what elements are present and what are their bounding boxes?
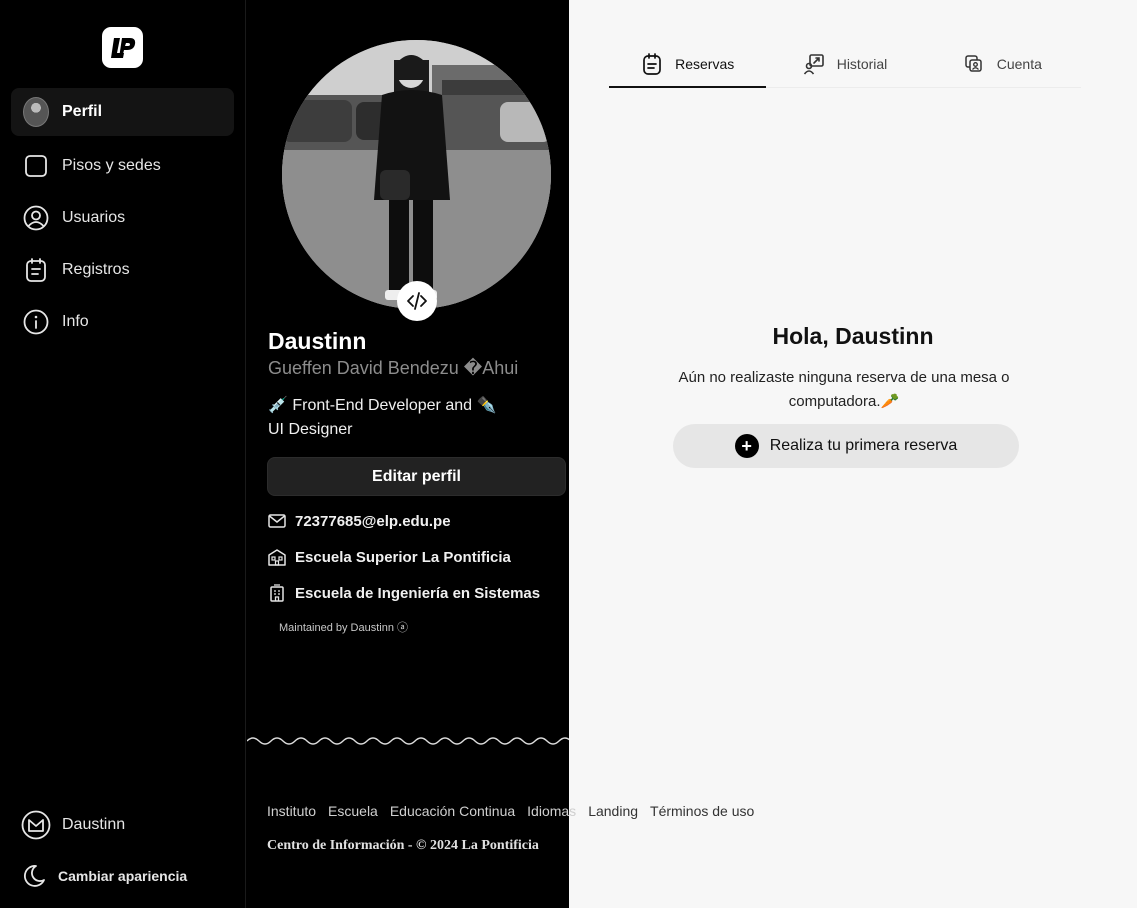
calendar-icon [641, 52, 663, 75]
tab-label: Reservas [675, 55, 735, 72]
clipboard-icon [23, 257, 49, 283]
sidebar-item-pisos-sedes[interactable]: Pisos y sedes [11, 142, 234, 190]
moon-icon [21, 863, 47, 889]
profile-department: Escuela de Ingeniería en Sistemas [295, 584, 541, 602]
sidebar-item-label: Perfil [62, 103, 103, 120]
sidebar-item-perfil[interactable]: Perfil [11, 88, 234, 136]
profile-department-row: Escuela de Ingeniería en Sistemas [268, 584, 540, 602]
building-icon [268, 548, 286, 566]
account-icon [963, 53, 985, 75]
user-circle-icon [23, 205, 49, 231]
code-icon[interactable] [397, 281, 437, 321]
sidebar-item-usuarios[interactable]: Usuarios [11, 194, 234, 242]
first-reservation-label: Realiza tu primera reserva [769, 437, 958, 454]
footer-link-landing[interactable]: Landing [588, 803, 638, 819]
tab-label: Historial [836, 55, 888, 72]
current-user-name: Daustinn [62, 816, 126, 833]
profile-photo [282, 40, 551, 309]
footer-copyright: Centro de Información - © 2024 La Pontif… [267, 838, 539, 853]
sidebar-item-label: Pisos y sedes [62, 157, 161, 174]
footer-link-instituto[interactable]: Instituto [267, 803, 316, 819]
profile-email-row: 72377685@elp.edu.pe [268, 512, 451, 530]
user-avatar-icon [21, 810, 51, 840]
sidebar-item-info[interactable]: Info [11, 298, 234, 346]
first-reservation-button[interactable]: + Realiza tu primera reserva [673, 424, 1019, 468]
tab-bar: Reservas Historial Cuenta [609, 40, 1081, 88]
profile-school: Escuela Superior La Pontificia [295, 548, 511, 566]
empty-reservations-message: Aún no realizaste ninguna reserva de una… [678, 369, 1010, 410]
plus-icon: + [734, 434, 759, 458]
sidebar-item-label: Info [62, 313, 89, 330]
square-icon [23, 153, 49, 179]
profile-panel: Daustinn Gueffen David Bendezu �Ahui 💉 F… [247, 0, 569, 908]
tab-historial[interactable]: Historial [766, 40, 923, 87]
logo-icon[interactable] [102, 27, 143, 68]
footer-link-terminos[interactable]: Términos de uso [650, 803, 754, 819]
current-user-button[interactable]: Daustinn [21, 810, 125, 840]
sidebar: Perfil Pisos y sedes Usuarios Registros … [0, 0, 246, 908]
tab-cuenta[interactable]: Cuenta [924, 40, 1081, 87]
info-icon [23, 309, 49, 335]
sidebar-item-label: Registros [62, 261, 130, 278]
history-icon [803, 53, 825, 75]
edit-profile-button[interactable]: Editar perfil [267, 457, 566, 496]
tab-label: Cuenta [996, 55, 1042, 72]
avatar [23, 97, 49, 127]
theme-toggle-button[interactable]: Cambiar apariencia [21, 863, 187, 889]
profile-username: Daustinn [268, 328, 367, 354]
footer-link-idiomas[interactable]: Idiomas [527, 803, 576, 819]
footer-link-educacion-continua[interactable]: Educación Continua [390, 803, 515, 819]
theme-toggle-label: Cambiar apariencia [58, 868, 188, 884]
mail-icon [268, 512, 286, 530]
wave-divider [247, 730, 1137, 750]
greeting-heading: Hola, Daustinn [772, 323, 934, 349]
profile-email: 72377685@elp.edu.pe [295, 512, 451, 530]
maintained-by-text: Maintained by Daustinn ⓐ [279, 622, 409, 634]
main-panel: Reservas Historial Cuenta Hola, Daustinn… [569, 0, 1137, 908]
sidebar-item-registros[interactable]: Registros [11, 246, 234, 294]
footer-link-escuela[interactable]: Escuela [328, 803, 378, 819]
sidebar-item-label: Usuarios [62, 209, 126, 226]
tab-reservas[interactable]: Reservas [609, 40, 767, 88]
footer-links: Instituto Escuela Educación Continua Idi… [267, 803, 766, 819]
profile-bio: 💉 Front-End Developer and ✒️ UI Designer [268, 397, 497, 438]
school-icon [268, 584, 286, 602]
profile-full-name: Gueffen David Bendezu �Ahui [268, 358, 519, 378]
profile-school-row: Escuela Superior La Pontificia [268, 548, 511, 566]
